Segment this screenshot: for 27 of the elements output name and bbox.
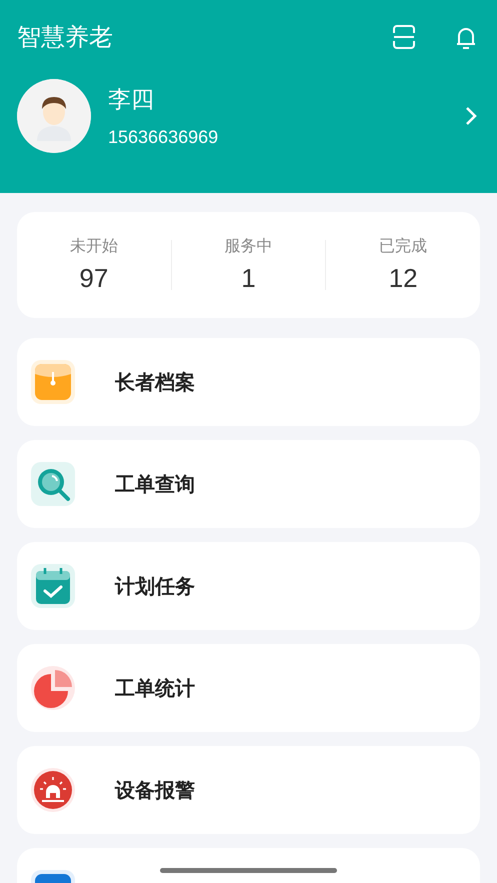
menu-label: 工单查询: [115, 470, 195, 498]
stat-value: 97: [79, 263, 108, 294]
menu-label: 计划任务: [115, 572, 195, 600]
menu-label: 长者档案: [115, 368, 195, 396]
menu-label: 设备报警: [115, 776, 195, 804]
app-title: 智慧养老: [17, 22, 114, 53]
user-name: 李四: [108, 86, 155, 115]
menu-card[interactable]: 计划任务: [17, 542, 480, 630]
siren-icon: [31, 768, 75, 812]
envelope-icon: [31, 360, 75, 404]
menu-label: 工单统计: [115, 674, 195, 702]
stat-label: 已完成: [379, 236, 428, 257]
stat-value: 1: [241, 263, 256, 294]
stat-value: 12: [388, 263, 418, 294]
stat-label: 未开始: [70, 236, 118, 257]
pie-chart-icon: [31, 666, 75, 710]
phone-number: 15636636969: [108, 127, 220, 148]
menu-card[interactable]: 工单统计: [17, 644, 480, 732]
stat-label: 服务中: [224, 236, 272, 257]
menu-card[interactable]: 设备报警: [17, 746, 480, 834]
scan-icon[interactable]: [390, 23, 418, 51]
menu-card[interactable]: 工单查询: [17, 440, 480, 528]
search-icon: [31, 462, 75, 506]
chevron-right-icon[interactable]: [464, 105, 478, 127]
menu-card[interactable]: 长者档案: [17, 338, 480, 426]
avatar[interactable]: [17, 79, 91, 153]
calendar-icon: [31, 564, 75, 608]
